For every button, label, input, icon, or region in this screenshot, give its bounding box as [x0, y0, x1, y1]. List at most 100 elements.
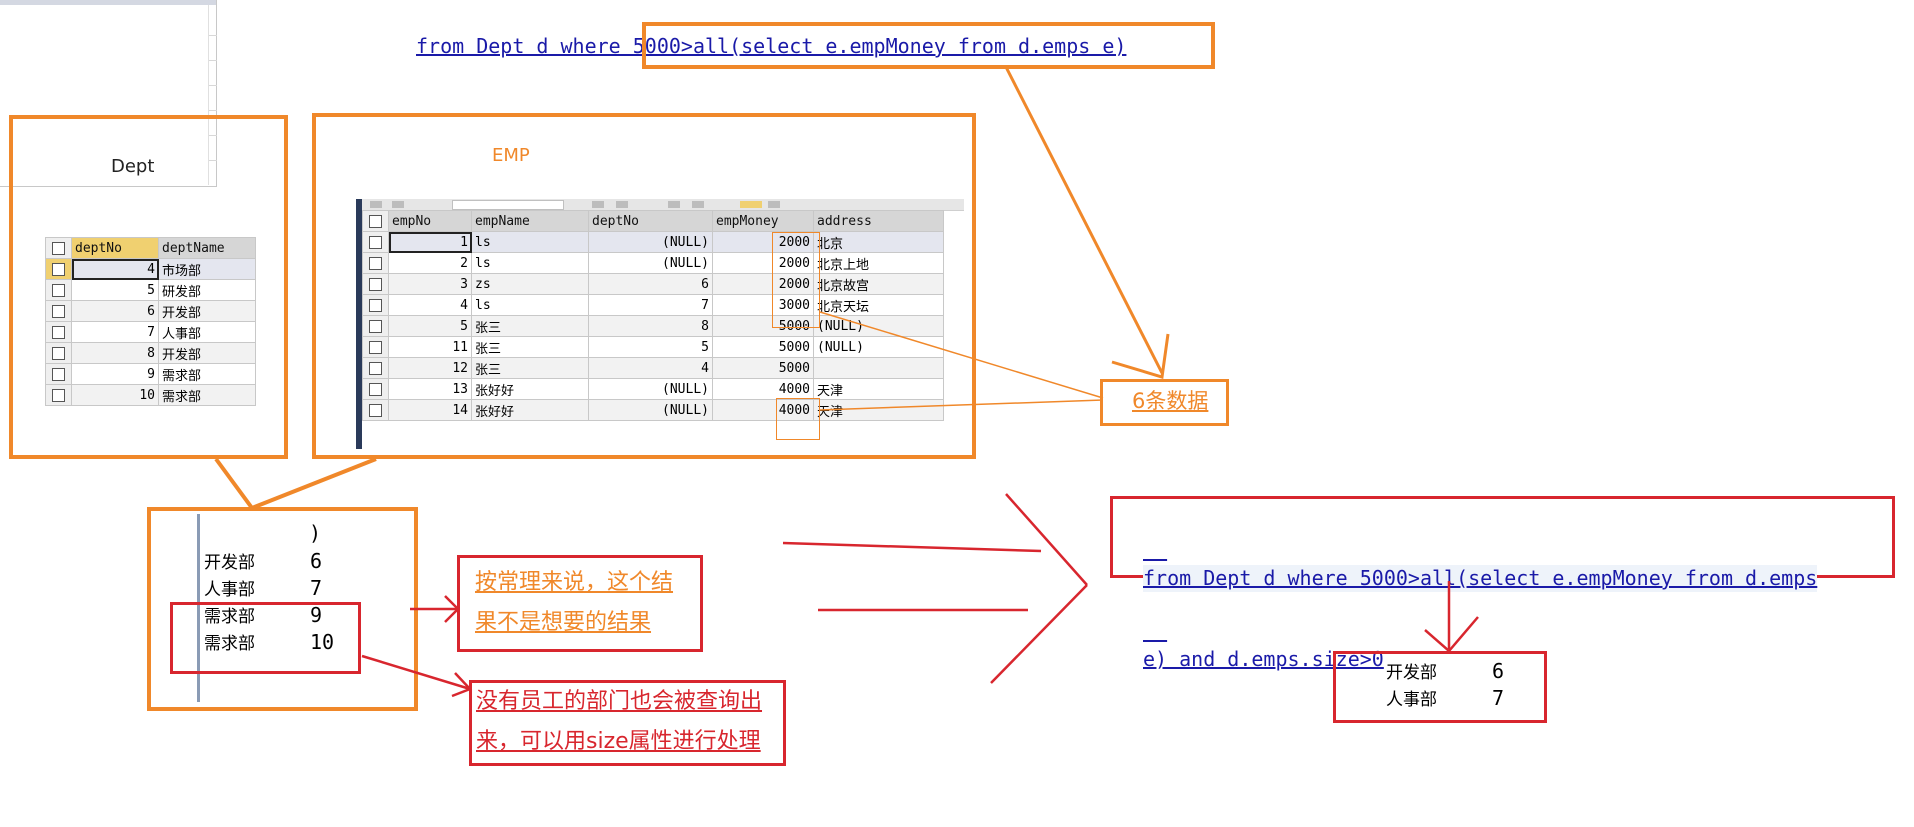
- list-item: 开发部 6: [1386, 658, 1504, 685]
- cell-deptno[interactable]: 9: [71, 363, 159, 385]
- cell-deptno[interactable]: 10: [71, 384, 159, 406]
- cell-empname[interactable]: ls: [471, 252, 589, 274]
- cell-deptno[interactable]: 8: [588, 315, 713, 337]
- cell-empno[interactable]: 14: [388, 399, 472, 421]
- cell-empno[interactable]: 5: [388, 315, 472, 337]
- row-checkbox[interactable]: [52, 283, 65, 297]
- cell-address[interactable]: 天津: [813, 378, 944, 400]
- cell-empname[interactable]: 张好好: [471, 378, 589, 400]
- cell-deptno[interactable]: 6: [71, 300, 159, 322]
- column-header-empmoney[interactable]: empMoney: [712, 210, 814, 232]
- cell-empname[interactable]: 张三: [471, 315, 589, 337]
- money-highlight-box-2: [776, 398, 820, 440]
- cell-deptno[interactable]: 4: [588, 357, 713, 379]
- cell-address[interactable]: 北京故宫: [813, 273, 944, 295]
- select-all-checkbox[interactable]: [362, 210, 389, 232]
- cell-empno[interactable]: 1: [388, 231, 472, 253]
- table-row[interactable]: 4 市场部: [45, 258, 256, 280]
- cell-deptno[interactable]: 5: [588, 336, 713, 358]
- table-row[interactable]: 11 张三 5 5000 (NULL): [362, 336, 944, 358]
- emp-table: empNo empName deptNo empMoney address 1l…: [362, 210, 944, 421]
- cell-empno[interactable]: 13: [388, 378, 472, 400]
- cell-deptname[interactable]: 市场部: [158, 258, 256, 280]
- cell-deptno[interactable]: (NULL): [588, 399, 713, 421]
- cell-empmoney[interactable]: 5000: [712, 336, 814, 358]
- cell-address[interactable]: 天津: [813, 399, 944, 421]
- cell-empname[interactable]: 张好好: [471, 399, 589, 421]
- column-header-empno[interactable]: empNo: [388, 210, 472, 232]
- table-row[interactable]: 2 ls (NULL) 2000 北京上地: [362, 252, 944, 274]
- cell-empno[interactable]: 11: [388, 336, 472, 358]
- select-all-checkbox[interactable]: [45, 237, 72, 259]
- row-checkbox[interactable]: [369, 319, 382, 333]
- cell-empno[interactable]: 12: [388, 357, 472, 379]
- row-checkbox[interactable]: [369, 340, 382, 354]
- table-row[interactable]: 12 张三 4 5000: [362, 357, 944, 379]
- cell-deptname[interactable]: 需求部: [158, 363, 256, 385]
- cell-address[interactable]: (NULL): [813, 315, 944, 337]
- cell-empname[interactable]: 张三: [471, 336, 589, 358]
- cell-empmoney[interactable]: 4000: [712, 378, 814, 400]
- column-header-empname[interactable]: empName: [471, 210, 589, 232]
- row-checkbox[interactable]: [52, 367, 65, 381]
- cell-empno[interactable]: 3: [388, 273, 472, 295]
- cell-address[interactable]: (NULL): [813, 336, 944, 358]
- dept-name: 人事部: [204, 580, 255, 600]
- column-header-deptno[interactable]: deptNo: [71, 237, 159, 259]
- row-checkbox[interactable]: [52, 388, 65, 402]
- cell-deptno[interactable]: 7: [71, 321, 159, 343]
- cell-deptno[interactable]: (NULL): [588, 378, 713, 400]
- cell-deptno[interactable]: 5: [71, 279, 159, 301]
- table-row[interactable]: 9 需求部: [45, 363, 256, 385]
- row-checkbox[interactable]: [369, 235, 382, 249]
- cell-empno[interactable]: 2: [388, 252, 472, 274]
- cell-deptno[interactable]: (NULL): [588, 231, 713, 253]
- cell-deptno[interactable]: 4: [71, 258, 159, 280]
- table-row[interactable]: 3 zs 6 2000 北京故宫: [362, 273, 944, 295]
- row-checkbox[interactable]: [369, 298, 382, 312]
- cell-address[interactable]: 北京天坛: [813, 294, 944, 316]
- table-row[interactable]: 5 张三 8 5000 (NULL): [362, 315, 944, 337]
- dept-no: 6: [310, 549, 323, 573]
- cell-deptname[interactable]: 人事部: [158, 321, 256, 343]
- cell-empname[interactable]: ls: [471, 231, 589, 253]
- cell-deptno[interactable]: (NULL): [588, 252, 713, 274]
- table-row[interactable]: 10 需求部: [45, 384, 256, 406]
- cell-empname[interactable]: ls: [471, 294, 589, 316]
- cell-address[interactable]: [813, 357, 944, 379]
- row-checkbox[interactable]: [52, 325, 65, 339]
- table-row[interactable]: 1 ls (NULL) 2000 北京: [362, 231, 944, 253]
- table-row[interactable]: 13 张好好 (NULL) 4000 天津: [362, 378, 944, 400]
- cell-empmoney[interactable]: 5000: [712, 357, 814, 379]
- cell-address[interactable]: 北京: [813, 231, 944, 253]
- cell-deptno[interactable]: 6: [588, 273, 713, 295]
- table-row[interactable]: 14 张好好 (NULL) 4000 天津: [362, 399, 944, 421]
- table-row[interactable]: 4 ls 7 3000 北京天坛: [362, 294, 944, 316]
- table-row[interactable]: 6 开发部: [45, 300, 256, 322]
- cell-empname[interactable]: zs: [471, 273, 589, 295]
- cell-deptname[interactable]: 研发部: [158, 279, 256, 301]
- cell-deptname[interactable]: 开发部: [158, 300, 256, 322]
- cell-empname[interactable]: 张三: [471, 357, 589, 379]
- cell-deptname[interactable]: 开发部: [158, 342, 256, 364]
- row-checkbox[interactable]: [369, 403, 382, 417]
- table-row[interactable]: 8 开发部: [45, 342, 256, 364]
- cell-address[interactable]: 北京上地: [813, 252, 944, 274]
- row-checkbox[interactable]: [369, 382, 382, 396]
- row-checkbox[interactable]: [369, 256, 382, 270]
- cell-deptno[interactable]: 8: [71, 342, 159, 364]
- row-checkbox[interactable]: [52, 262, 65, 276]
- cell-deptno[interactable]: 7: [588, 294, 713, 316]
- table-row[interactable]: 7 人事部: [45, 321, 256, 343]
- table-row[interactable]: 5 研发部: [45, 279, 256, 301]
- cell-deptname[interactable]: 需求部: [158, 384, 256, 406]
- column-header-address[interactable]: address: [813, 210, 944, 232]
- cell-empno[interactable]: 4: [388, 294, 472, 316]
- row-checkbox[interactable]: [369, 361, 382, 375]
- column-header-deptname[interactable]: deptName: [158, 237, 256, 259]
- row-checkbox[interactable]: [52, 346, 65, 360]
- row-checkbox[interactable]: [369, 277, 382, 291]
- dept-table: deptNo deptName 4 市场部 5 研发部 6 开发部 7 人事部 8 开发部…: [45, 237, 256, 406]
- column-header-deptno[interactable]: deptNo: [588, 210, 713, 232]
- row-checkbox[interactable]: [52, 304, 65, 318]
